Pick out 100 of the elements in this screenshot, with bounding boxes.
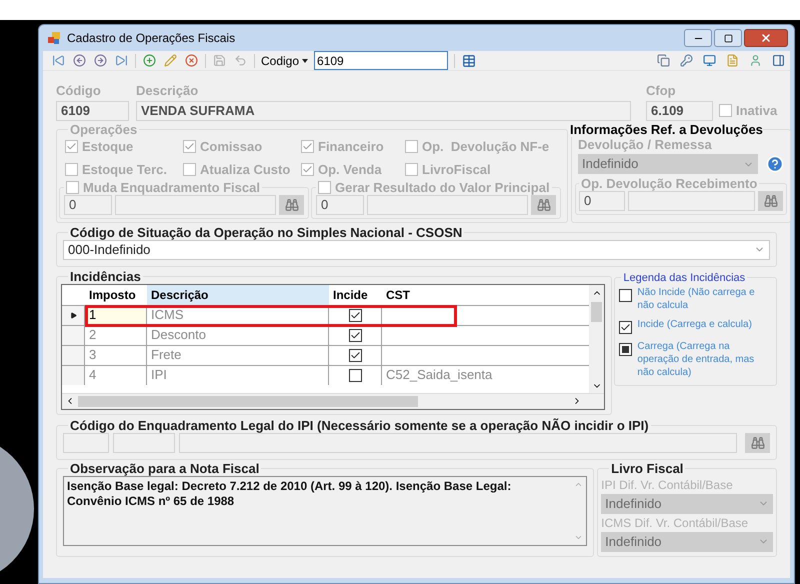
delete-button[interactable] — [184, 53, 199, 68]
vertical-scrollbar[interactable] — [589, 284, 604, 392]
column-header[interactable]: Incide — [329, 284, 382, 304]
close-button[interactable] — [744, 29, 788, 47]
field-label: Descrição — [136, 82, 200, 100]
table-cell-text: C52_Saida_isenta — [385, 366, 494, 384]
caret-icon — [302, 58, 308, 62]
checkbox[interactable] — [183, 163, 196, 176]
checkbox[interactable] — [719, 104, 732, 117]
field-label: Cfop — [646, 82, 677, 100]
legend-text: Carrega (Carrega na operação de entrada, mas não calcula) — [637, 340, 756, 378]
next-button[interactable] — [93, 53, 108, 68]
checkbox[interactable] — [183, 140, 196, 153]
description-field[interactable] — [115, 194, 276, 214]
checkbox-label: Financeiro — [318, 138, 384, 156]
checkbox[interactable] — [348, 328, 362, 342]
checkbox[interactable] — [318, 180, 331, 194]
group-title: Informações Ref. a Devoluções — [570, 122, 763, 136]
search-button[interactable] — [531, 194, 556, 214]
table-cell: IPI — [147, 366, 329, 384]
code-field[interactable] — [113, 432, 175, 452]
code-field[interactable]: 6109 — [56, 100, 129, 120]
maximize-button[interactable] — [714, 29, 742, 47]
scroll-thumb[interactable] — [591, 302, 602, 322]
copy-button[interactable] — [656, 53, 671, 68]
search-button[interactable] — [745, 432, 770, 452]
checkbox-label: Atualiza Custo — [200, 161, 290, 179]
group-title: Código do Enquadramento Legal do IPI (Necessário somente se a operação NÃO incidir o IPI) — [70, 418, 649, 432]
window-title: Cadastro de Operações Fiscais — [67, 30, 236, 47]
checkbox-label: Op. Venda — [318, 161, 382, 179]
column-header[interactable]: Descrição — [147, 284, 329, 304]
checkbox[interactable] — [65, 140, 78, 153]
code-field[interactable] — [63, 432, 109, 452]
checkbox[interactable] — [301, 140, 314, 153]
previous-button[interactable] — [72, 53, 87, 68]
grid-button[interactable] — [461, 53, 478, 68]
checkbox[interactable] — [348, 308, 362, 322]
field-label: ICMS Dif. Vr. Contábil/Base — [601, 514, 750, 532]
table-cell: ICMS — [147, 306, 329, 324]
first-record-button[interactable] — [51, 53, 66, 68]
description-field[interactable] — [367, 194, 528, 214]
checkbox-label: Gerar Resultado do Valor Principal — [335, 180, 550, 194]
checkbox[interactable] — [348, 348, 362, 362]
help-icon[interactable] — [766, 155, 784, 173]
field-label: IPI Dif. Vr. Contábil/Base — [601, 476, 734, 494]
checkbox-label: LivroFiscal — [422, 161, 491, 179]
key-button[interactable] — [679, 53, 694, 68]
close-icon — [760, 32, 772, 44]
binoculars-icon — [536, 198, 550, 212]
code-field[interactable]: 0 — [316, 194, 364, 214]
checkbox-label: Estoque — [82, 138, 134, 156]
search-by-dropdown[interactable]: Codigo — [261, 52, 308, 70]
description-field[interactable]: VENDA SUFRAMA — [136, 100, 631, 120]
edit-button[interactable] — [163, 53, 178, 68]
code-field[interactable]: 0 — [64, 194, 112, 214]
horizontal-scrollbar[interactable] — [62, 392, 604, 408]
group-title: Legenda das Incidências — [623, 272, 746, 284]
maximize-icon — [724, 34, 732, 42]
current-row-icon — [70, 312, 76, 318]
checkbox[interactable] — [405, 140, 418, 153]
panel-button[interactable] — [771, 53, 786, 68]
checkbox[interactable] — [66, 180, 79, 194]
user-button[interactable] — [748, 53, 763, 68]
field-label: Código — [56, 82, 102, 100]
table-cell: 4 — [85, 366, 147, 384]
column-header[interactable]: CST — [382, 284, 590, 304]
search-button[interactable] — [758, 191, 783, 211]
monitor-button[interactable] — [702, 53, 717, 68]
checkbox[interactable] — [301, 163, 314, 176]
document-button[interactable] — [725, 53, 740, 68]
column-header[interactable]: Imposto — [85, 284, 147, 304]
last-record-button[interactable] — [114, 53, 129, 68]
add-button[interactable] — [142, 53, 157, 68]
checkbox-label: Estoque Terc. — [82, 161, 168, 179]
checkbox[interactable] — [348, 368, 362, 382]
table-cell: 3 — [85, 346, 147, 364]
checkbox-label: Inativa — [736, 102, 778, 120]
search-field[interactable]: 6109 — [314, 51, 448, 70]
checkbox[interactable] — [405, 163, 418, 176]
group-title: Incidências — [70, 268, 141, 284]
description-field[interactable] — [179, 432, 737, 452]
checkbox[interactable] — [65, 163, 78, 176]
table-cell: Desconto — [147, 326, 329, 344]
group-title: Operações — [70, 122, 138, 136]
csosn-dropdown[interactable]: 000-Indefinido — [63, 240, 770, 260]
group-title: Observação para a Nota Fiscal — [70, 460, 260, 476]
search-button[interactable] — [279, 194, 304, 214]
field-label: Devolução / Remessa — [578, 136, 712, 154]
row-header[interactable] — [62, 306, 85, 324]
binoculars-icon — [750, 436, 764, 450]
description-field[interactable] — [628, 191, 755, 211]
binoculars-icon — [284, 198, 298, 212]
app-icon — [47, 31, 61, 45]
code-field[interactable]: 0 — [579, 191, 625, 211]
scroll-thumb[interactable] — [78, 396, 418, 406]
group-title: Op. Devolução Recebimento — [581, 176, 758, 191]
cfop-field[interactable]: 6.109 — [646, 100, 713, 120]
checkbox-label: Comissao — [200, 138, 262, 156]
table-cell: Frete — [147, 346, 329, 364]
legend-text: Incide (Carrega e calcula) — [637, 318, 752, 330]
